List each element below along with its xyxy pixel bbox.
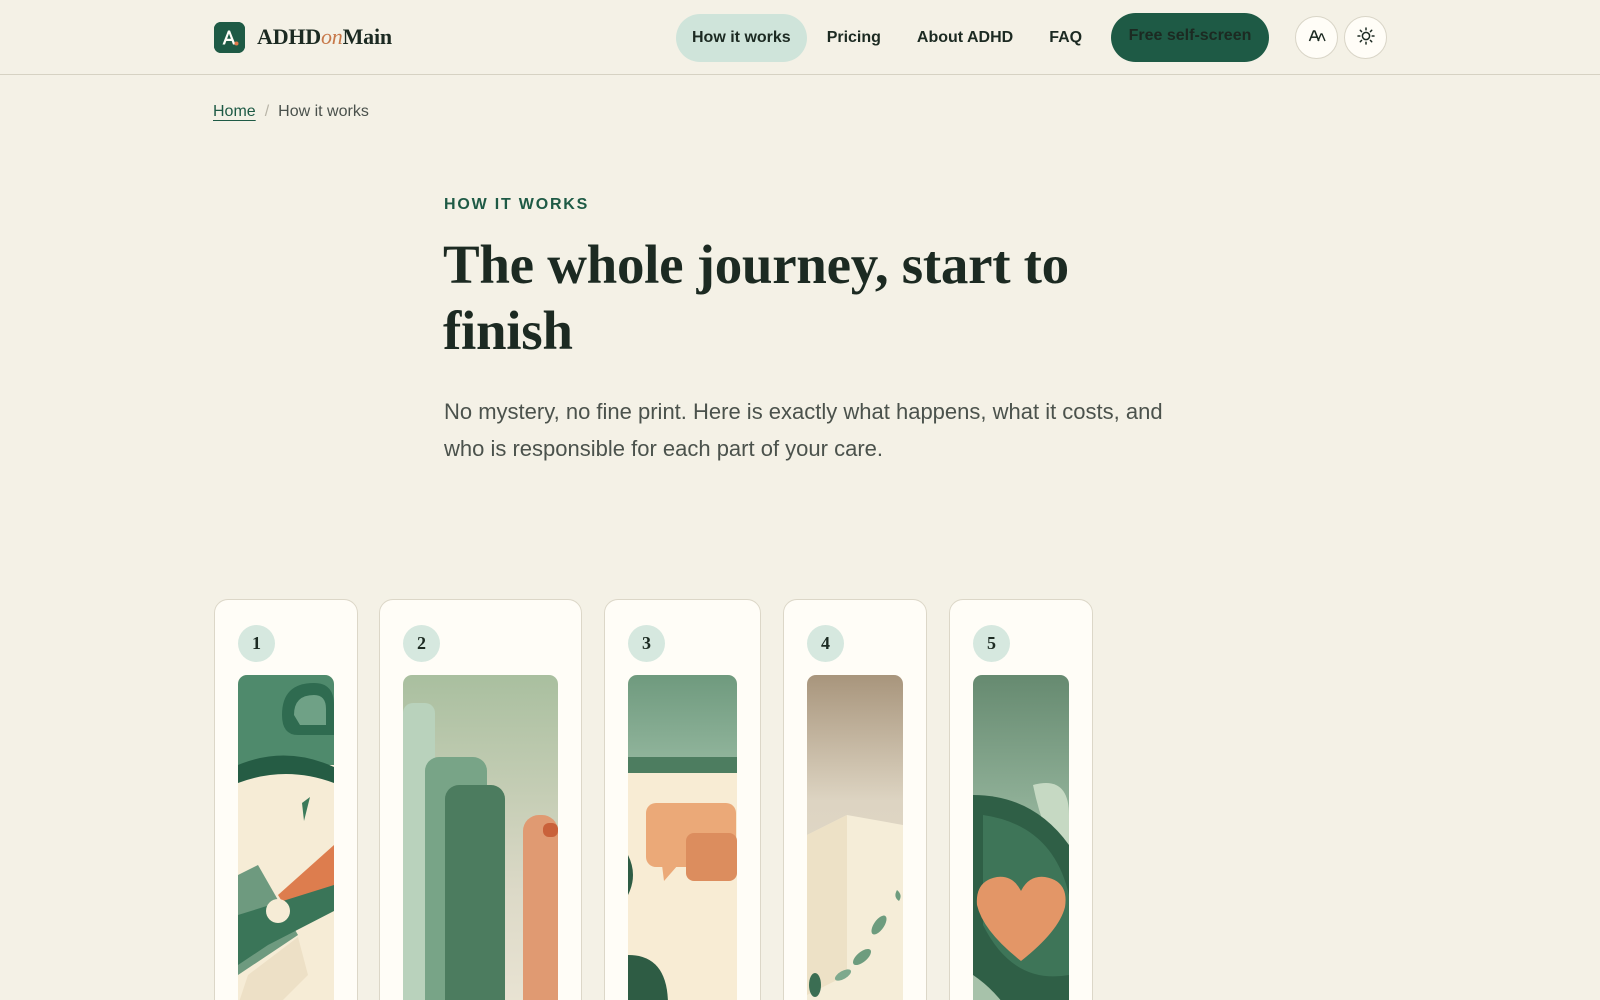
- text-size-icon: [1308, 28, 1326, 47]
- page-title: The whole journey, start to finish: [443, 234, 1069, 361]
- nav-about-adhd[interactable]: About ADHD: [901, 14, 1029, 62]
- theme-toggle-button[interactable]: [1344, 16, 1387, 59]
- step-card-4[interactable]: 4: [783, 599, 927, 1000]
- free-self-screen-button[interactable]: Free self-screen: [1111, 13, 1269, 62]
- step-card-1[interactable]: 1: [214, 599, 358, 1000]
- breadcrumb-current: How it works: [278, 103, 369, 120]
- breadcrumb: Home / How it works: [213, 103, 369, 121]
- brand-prefix: ADHD: [257, 24, 321, 49]
- step-card-2[interactable]: 2: [379, 599, 582, 1000]
- step-card-5[interactable]: 5: [949, 599, 1093, 1000]
- breadcrumb-home-link[interactable]: Home: [213, 103, 256, 121]
- brand-middle: on: [320, 24, 343, 49]
- brand-logo-a-icon: [214, 21, 245, 53]
- nav-how-it-works[interactable]: How it works: [676, 14, 807, 62]
- breadcrumb-separator: /: [264, 103, 270, 120]
- step-number-badge: 3: [628, 625, 665, 662]
- primary-nav: How it works Pricing About ADHD FAQ: [676, 14, 1102, 62]
- brand-wordmark: ADHDonMain: [257, 24, 392, 50]
- brand-suffix: Main: [342, 24, 393, 49]
- nav-pricing[interactable]: Pricing: [811, 14, 897, 62]
- step-number-badge: 2: [403, 625, 440, 662]
- clock-illustration: [238, 675, 334, 1000]
- brand-logo-link[interactable]: ADHDonMain: [214, 21, 392, 53]
- nav-faq[interactable]: FAQ: [1033, 14, 1098, 62]
- section-eyebrow: HOW IT WORKS: [444, 196, 590, 213]
- step-number-badge: 4: [807, 625, 844, 662]
- step-number-badge: 1: [238, 625, 275, 662]
- text-size-button[interactable]: [1295, 16, 1338, 59]
- forms-and-cup-illustration: [403, 675, 558, 1000]
- sun-icon: [1356, 27, 1375, 48]
- site-header: ADHDonMain How it works Pricing About AD…: [0, 0, 1600, 75]
- step-card-3[interactable]: 3: [604, 599, 761, 1000]
- step-number-badge: 5: [973, 625, 1010, 662]
- chat-bubbles-illustration: [628, 675, 737, 1000]
- page-lede: No mystery, no fine print. Here is exact…: [444, 399, 1163, 461]
- heart-leaf-illustration: [973, 675, 1069, 1000]
- package-illustration: [807, 675, 903, 1000]
